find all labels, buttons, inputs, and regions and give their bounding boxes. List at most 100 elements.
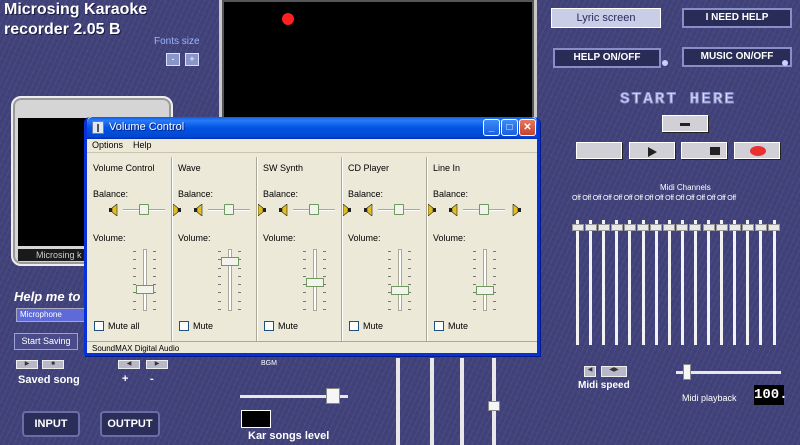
maximize-button[interactable]: □: [501, 119, 518, 136]
start-saving-button[interactable]: Start Saving: [14, 333, 78, 350]
midi-fader-knob[interactable]: [715, 224, 728, 231]
recording-indicator: [282, 13, 294, 25]
midi-fader-track[interactable]: [641, 220, 645, 345]
vertical-fader-1[interactable]: [396, 358, 400, 445]
midi-fader-track[interactable]: [720, 220, 724, 345]
vertical-fader-4-knob[interactable]: [488, 401, 500, 411]
midi-fader-track[interactable]: [628, 220, 632, 345]
mute-checkbox[interactable]: [94, 321, 104, 331]
midi-fader-knob[interactable]: [741, 224, 754, 231]
midi-fader-track[interactable]: [680, 220, 684, 345]
volume-tick: [133, 251, 136, 252]
eject-button[interactable]: ▬: [662, 115, 708, 132]
save-play-button[interactable]: ▶: [16, 360, 38, 369]
close-button[interactable]: ✕: [519, 119, 536, 136]
volume-control-titlebar[interactable]: Volume Control _ □ ✕: [87, 117, 537, 139]
volume-tick: [473, 284, 476, 286]
i-need-help-button[interactable]: I NEED HELP: [682, 8, 792, 28]
balance-slider-knob[interactable]: [479, 204, 489, 215]
volume-slider-knob[interactable]: [476, 286, 494, 296]
midi-fader-knob[interactable]: [571, 224, 584, 231]
volume-tick: [218, 292, 221, 294]
volume-slider-track[interactable]: [483, 249, 487, 311]
help-onoff-button[interactable]: HELP ON/OFF: [553, 48, 661, 68]
mute-checkbox[interactable]: [264, 321, 274, 331]
volume-tick: [303, 275, 306, 277]
vertical-fader-2[interactable]: [430, 358, 434, 445]
midi-fader-knob[interactable]: [689, 224, 702, 231]
save-stop-button[interactable]: ■: [42, 360, 64, 369]
column-title: Wave: [178, 163, 201, 173]
midi-fader-knob[interactable]: [637, 224, 649, 231]
midi-fader-track[interactable]: [707, 220, 710, 345]
midi-playback-slider[interactable]: [676, 371, 781, 374]
music-indicator-dot: [782, 60, 788, 66]
volume-slider-knob[interactable]: [136, 285, 154, 295]
output-button[interactable]: OUTPUT: [100, 411, 160, 437]
play-button[interactable]: [629, 142, 675, 159]
midi-fader-knob[interactable]: [663, 224, 676, 231]
midi-fader-knob[interactable]: [676, 224, 689, 231]
balance-slider-knob[interactable]: [224, 204, 234, 215]
volume-slider-knob[interactable]: [306, 278, 324, 288]
mute-checkbox[interactable]: [434, 321, 444, 331]
save-prev-button[interactable]: ◀: [118, 360, 140, 369]
midi-fader-track[interactable]: [733, 220, 737, 345]
menu-help[interactable]: Help: [133, 140, 152, 150]
midi-fader-knob[interactable]: [623, 224, 636, 231]
font-size-increase-button[interactable]: +: [185, 53, 199, 66]
midi-fader-knob[interactable]: [754, 224, 767, 231]
midi-fader-knob[interactable]: [650, 224, 663, 231]
volume-slider-knob[interactable]: [391, 286, 409, 296]
midi-speed-dec-button[interactable]: ◀: [584, 366, 596, 377]
midi-fader-track[interactable]: [615, 220, 619, 345]
balance-slider-knob[interactable]: [139, 204, 149, 215]
minimize-button[interactable]: _: [483, 119, 500, 136]
volume-tick: [133, 267, 136, 269]
volume-slider-track[interactable]: [398, 249, 402, 311]
volume-slider-track[interactable]: [143, 249, 147, 311]
midi-fader-track[interactable]: [602, 220, 606, 345]
midi-fader-track[interactable]: [693, 220, 697, 345]
save-next-button[interactable]: ▶: [146, 360, 168, 369]
menu-options[interactable]: Options: [92, 140, 123, 150]
fonts-size-label: Fonts size: [154, 36, 200, 47]
stop-button[interactable]: [681, 142, 727, 159]
midi-fader-knob[interactable]: [702, 224, 715, 231]
volume-slider-knob[interactable]: [221, 256, 239, 266]
midi-fader-knob[interactable]: [584, 224, 597, 231]
midi-fader-knob[interactable]: [610, 224, 623, 231]
saved-minus-button[interactable]: -: [150, 373, 154, 385]
font-size-decrease-button[interactable]: -: [166, 53, 180, 66]
midi-fader-track[interactable]: [667, 220, 671, 345]
mute-checkbox[interactable]: [349, 321, 359, 331]
balance-slider-knob[interactable]: [309, 204, 319, 215]
midi-fader-knob[interactable]: [768, 224, 780, 231]
midi-fader-track[interactable]: [576, 220, 579, 345]
midi-fader-track[interactable]: [759, 220, 763, 345]
vertical-fader-3[interactable]: [460, 358, 464, 445]
music-onoff-button[interactable]: MUSIC ON/OFF: [682, 47, 792, 67]
record-button[interactable]: [734, 142, 780, 159]
volume-tick: [153, 275, 156, 277]
midi-fader-track[interactable]: [589, 220, 593, 345]
midi-fader-knob[interactable]: [728, 224, 741, 231]
volume-tick: [323, 267, 326, 269]
midi-fader-track[interactable]: [746, 220, 750, 345]
input-button[interactable]: INPUT: [22, 411, 80, 437]
volume-tick: [218, 251, 221, 252]
midi-fader-knob[interactable]: [597, 224, 610, 231]
mute-checkbox[interactable]: [179, 321, 189, 331]
midi-playback-knob[interactable]: [683, 364, 691, 380]
midi-fader-track[interactable]: [772, 220, 776, 345]
lyric-screen-button[interactable]: Lyric screen: [551, 8, 661, 28]
midi-speed-inc-button[interactable]: ◀▶: [601, 366, 627, 377]
rewind-button[interactable]: [576, 142, 622, 159]
volume-tick: [323, 251, 326, 252]
bgm-level-knob[interactable]: [326, 388, 340, 404]
midi-fader-track[interactable]: [654, 220, 658, 345]
saved-plus-button[interactable]: +: [122, 373, 128, 385]
input-source-select[interactable]: Microphone: [16, 308, 90, 322]
volume-tick: [238, 309, 241, 310]
balance-slider-knob[interactable]: [394, 204, 404, 215]
